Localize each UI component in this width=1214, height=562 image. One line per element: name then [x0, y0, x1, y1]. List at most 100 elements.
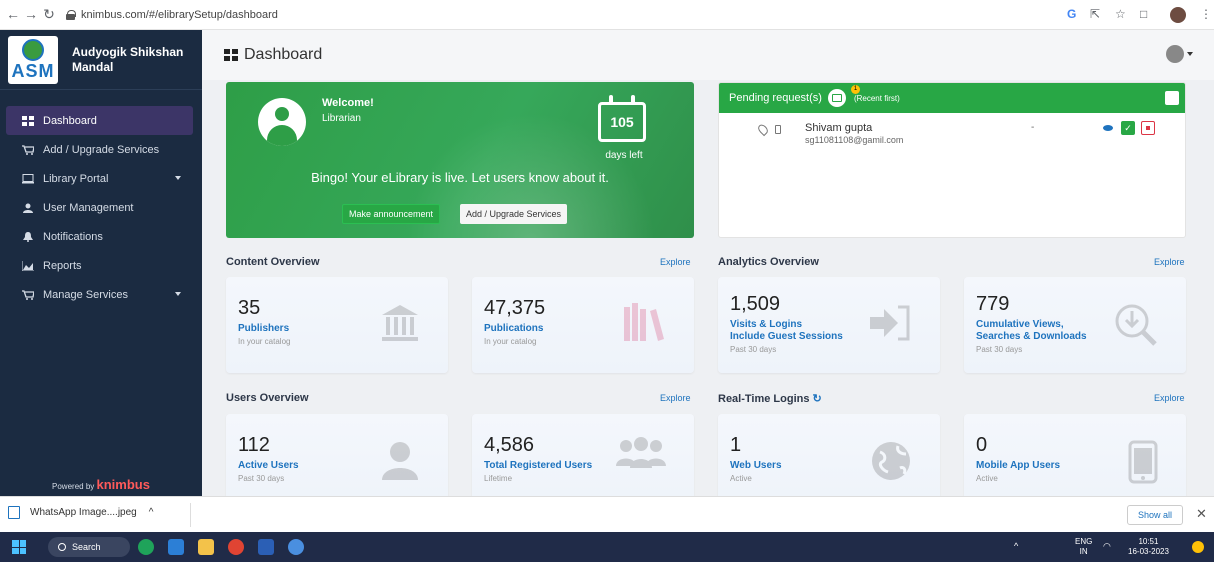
content-overview-title: Content Overview [226, 256, 320, 268]
user-menu-button[interactable] [1166, 44, 1196, 64]
stat-sub: Active [730, 474, 752, 483]
close-icon[interactable]: ✕ [1196, 506, 1207, 522]
welcome-title: Welcome! [322, 97, 374, 109]
file-icon [8, 506, 20, 519]
word-icon[interactable] [258, 539, 274, 555]
sidebar: ASM Audyogik Shikshan Mandal Dashboard A… [0, 30, 202, 496]
windows-taskbar: Search ENG IN ^ ◠ 10:51 16-03-2023 [0, 532, 1214, 562]
sidebar-item-reports[interactable]: Reports [6, 251, 193, 280]
stat-label: Mobile App Users [976, 460, 1061, 471]
chevron-up-icon[interactable]: ^ [149, 507, 154, 518]
main-content: Dashboard Welcome! Librarian 105 days le… [202, 30, 1214, 496]
star-icon[interactable]: ☆ [1115, 7, 1126, 21]
user-icon [382, 442, 418, 480]
download-bar: WhatsApp Image....jpeg ^ Show all ✕ [0, 496, 1214, 532]
reject-button[interactable] [1141, 121, 1155, 135]
share-icon[interactable]: ⇱ [1090, 7, 1100, 21]
stat-label: Web Users [730, 460, 782, 471]
refresh-icon[interactable]: ↻ [813, 393, 822, 405]
reload-icon[interactable]: ↻ [40, 6, 58, 23]
brand-header: ASM Audyogik Shikshan Mandal [0, 30, 202, 90]
address-bar[interactable]: knimbus.com/#/elibrarySetup/dashboard [62, 5, 1062, 25]
chart-icon [21, 260, 34, 271]
knimbus-logo: knimbus [96, 477, 150, 492]
windows-start-icon[interactable] [12, 540, 26, 554]
cart-icon [22, 289, 35, 300]
pending-title: Pending request(s) [729, 92, 822, 104]
stat-value: 1 [730, 434, 742, 456]
librarian-avatar [258, 98, 306, 146]
envelope-icon [827, 89, 846, 107]
realtime-explore-link[interactable]: Explore [1154, 393, 1185, 403]
make-announcement-button[interactable]: Make announcement [342, 204, 441, 224]
profile-avatar[interactable] [1170, 7, 1186, 23]
sidebar-item-dashboard[interactable]: Dashboard [6, 106, 193, 135]
bell-icon [22, 231, 34, 242]
sidebar-item-notifications[interactable]: Notifications [6, 222, 193, 251]
app-icon[interactable] [288, 539, 304, 555]
edge-icon[interactable] [138, 539, 154, 555]
visits-logins-card[interactable]: 1,509 Visits & Logins Include Guest Sessi… [718, 277, 940, 373]
calendar-icon: 105 [598, 95, 646, 142]
requester-email: sg11081108@gamil.com [805, 135, 904, 145]
sidepanel-icon[interactable]: □ [1140, 7, 1147, 21]
realtime-logins-title: Real-Time Logins ↻ [718, 393, 822, 405]
chevron-up-icon[interactable]: ^ [1014, 541, 1018, 551]
show-all-button[interactable]: Show all [1127, 505, 1184, 525]
chevron-down-icon [175, 292, 181, 296]
content-overview-explore-link[interactable]: Explore [660, 257, 691, 267]
arrow-right-icon[interactable]: → [22, 6, 40, 22]
sidebar-item-user-management[interactable]: User Management [6, 193, 193, 222]
welcome-role: Librarian [322, 113, 361, 124]
analytics-overview-explore-link[interactable]: Explore [1154, 257, 1185, 267]
dashboard-icon [224, 49, 238, 61]
globe-icon [872, 442, 910, 480]
stat-value: 35 [238, 297, 261, 319]
pending-count-badge: 1 [851, 85, 860, 94]
taskbar-search[interactable]: Search [48, 537, 130, 557]
powered-by: Powered by knimbus [52, 477, 150, 492]
users-overview-explore-link[interactable]: Explore [660, 393, 691, 403]
user-avatar-icon [1166, 45, 1184, 63]
clock[interactable]: 10:51 16-03-2023 [1128, 537, 1169, 557]
views-downloads-card[interactable]: 779 Cumulative Views, Searches & Download… [964, 277, 1186, 373]
arrow-left-icon[interactable]: ← [4, 6, 22, 22]
mobile-app-users-card[interactable]: 0 Mobile App Users Active [964, 414, 1186, 496]
stat-label: Publications [484, 323, 544, 334]
publishers-card[interactable]: 35 Publishers In your catalog [226, 277, 448, 373]
url-text: knimbus.com/#/elibrarySetup/dashboard [81, 9, 278, 21]
days-count: 105 [610, 114, 634, 130]
publications-card[interactable]: 47,375 Publications In your catalog [472, 277, 694, 373]
file-explorer-icon[interactable] [198, 539, 214, 555]
bank-icon [382, 305, 418, 341]
add-upgrade-services-button[interactable]: Add / Upgrade Services [460, 204, 568, 224]
total-registered-users-card[interactable]: 4,586 Total Registered Users Lifetime [472, 414, 694, 496]
stat-sub: In your catalog [238, 337, 291, 346]
sidebar-item-library-portal[interactable]: Library Portal [6, 164, 193, 193]
sidebar-item-label: Library Portal [43, 172, 109, 185]
login-icon [870, 305, 910, 341]
monitor-icon [22, 173, 34, 184]
analytics-overview-title: Analytics Overview [718, 256, 819, 268]
expand-icon[interactable] [1165, 91, 1179, 105]
stat-value: 779 [976, 293, 1010, 315]
sidebar-menu: Dashboard Add / Upgrade Services Library… [0, 106, 202, 309]
sidebar-item-add-upgrade-services[interactable]: Add / Upgrade Services [6, 135, 193, 164]
eye-icon[interactable] [1103, 125, 1113, 131]
approve-button[interactable]: ✓ [1121, 121, 1135, 135]
chevron-down-icon [175, 176, 181, 180]
chrome-icon[interactable] [228, 539, 244, 555]
store-icon[interactable] [168, 539, 184, 555]
wifi-icon[interactable]: ◠ [1103, 541, 1111, 552]
welcome-message: Bingo! Your eLibrary is live. Let users … [311, 170, 609, 185]
notification-icon[interactable] [1192, 541, 1204, 553]
stat-sub: Lifetime [484, 474, 513, 483]
active-users-card[interactable]: 112 Active Users Past 30 days [226, 414, 448, 496]
language-indicator[interactable]: ENG IN [1075, 537, 1092, 557]
web-users-card[interactable]: 1 Web Users Active [718, 414, 940, 496]
stat-value: 4,586 [484, 434, 535, 456]
download-item[interactable]: WhatsApp Image....jpeg ^ [8, 506, 153, 519]
sidebar-item-manage-services[interactable]: Manage Services [6, 280, 193, 309]
more-icon[interactable]: ⋮ [1200, 7, 1212, 21]
google-icon[interactable]: G [1067, 7, 1076, 21]
